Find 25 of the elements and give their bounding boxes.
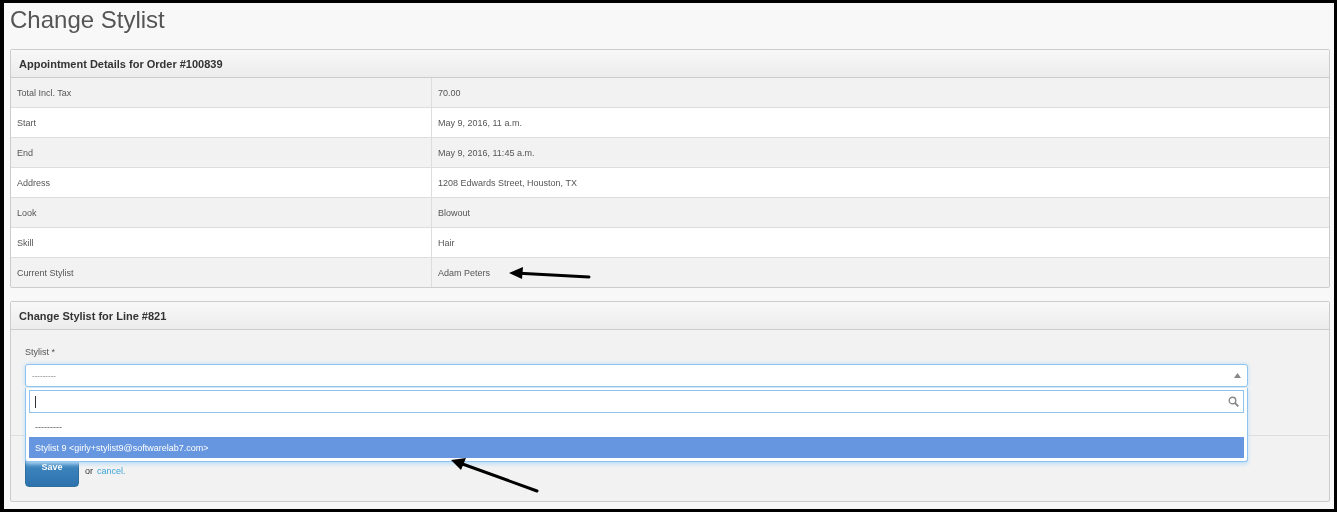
stylist-select[interactable]: --------- [25, 364, 1248, 387]
search-field[interactable] [29, 390, 1244, 413]
field-label: Stylist * [25, 347, 56, 358]
dropdown-option[interactable]: Stylist 9 <girly+stylist9@softwarelab7.com> [29, 437, 1244, 458]
row-value: 70.00 [431, 78, 1329, 107]
or-text: or [85, 466, 93, 476]
page-title: Change Stylist [10, 5, 165, 35]
search-icon [1228, 396, 1239, 407]
panel-title: Change Stylist for Line #821 [19, 309, 167, 322]
row-label: Start [16, 116, 37, 130]
row-label: Look [16, 206, 38, 220]
caret-icon [1234, 373, 1241, 378]
row-value: May 9, 2016, 11 a.m. [431, 108, 1329, 137]
row-label: Current Stylist [16, 266, 75, 280]
cancel-link[interactable]: cancel. [97, 466, 126, 476]
row-label: Address [16, 176, 52, 190]
panel-title: Appointment Details for Order #100839 [19, 57, 223, 70]
row-label: Total Incl. Tax [16, 86, 73, 100]
row-value: 1208 Edwards Street, Houston, TX [431, 168, 1329, 197]
row-value: Blowout [431, 198, 1329, 227]
row-label: End [16, 146, 34, 160]
row-label: Skill [16, 236, 35, 250]
row-value: Hair [431, 228, 1329, 257]
row-value: May 9, 2016, 11:45 a.m. [431, 138, 1329, 167]
dropdown-option[interactable]: --------- [29, 416, 1244, 437]
